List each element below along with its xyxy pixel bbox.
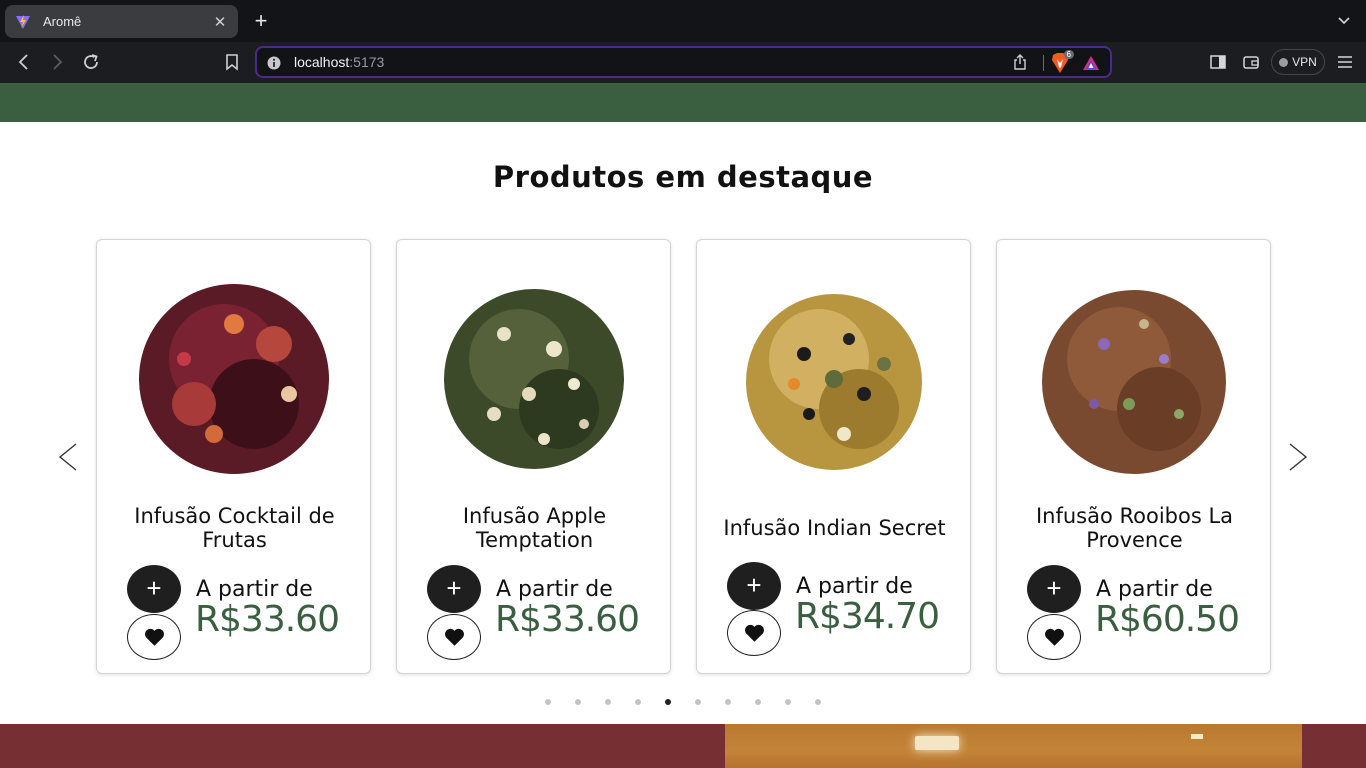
- add-to-cart-button[interactable]: +: [427, 565, 481, 613]
- new-tab-icon[interactable]: +: [250, 10, 272, 32]
- browser-tab[interactable]: Aromê ✕: [5, 5, 238, 38]
- carousel-prev-icon[interactable]: [53, 440, 83, 474]
- product-name[interactable]: Infusão Rooibos La Provence: [1007, 498, 1262, 558]
- product-name[interactable]: Infusão Cocktail de Frutas: [107, 498, 362, 558]
- brave-rewards-icon[interactable]: [1082, 54, 1100, 72]
- promo-banner-right: [1302, 724, 1366, 768]
- vite-favicon-icon: [15, 14, 31, 30]
- add-to-cart-button[interactable]: +: [1027, 565, 1081, 613]
- url-port: :5173: [349, 54, 385, 70]
- product-name[interactable]: Infusão Apple Temptation: [407, 498, 662, 558]
- favorite-button[interactable]: [427, 614, 481, 660]
- url-separator: [1043, 55, 1044, 71]
- favorite-button[interactable]: [127, 614, 181, 660]
- product-price: R$60.50: [1095, 599, 1240, 640]
- promo-banner-image: [725, 724, 1302, 768]
- section-title: Produtos em destaque: [492, 160, 874, 194]
- carousel-dot[interactable]: [665, 699, 671, 705]
- carousel-dot[interactable]: [785, 699, 791, 705]
- back-icon[interactable]: [14, 52, 34, 72]
- carousel-dot[interactable]: [815, 699, 821, 705]
- add-to-cart-button[interactable]: +: [127, 565, 181, 613]
- menu-icon[interactable]: [1336, 53, 1354, 71]
- product-image: [1042, 290, 1226, 474]
- heart-icon: [445, 628, 464, 646]
- address-bar[interactable]: localhost:5173 6: [255, 46, 1112, 78]
- carousel-dot[interactable]: [635, 699, 641, 705]
- browser-tab-bar: Aromê ✕ +: [0, 0, 1366, 42]
- carousel-dot[interactable]: [755, 699, 761, 705]
- ceiling-lamp: [915, 736, 959, 750]
- product-image: [746, 294, 922, 470]
- heart-icon: [1045, 628, 1064, 646]
- ceiling-light: [1191, 734, 1203, 739]
- site-info-icon[interactable]: [267, 55, 281, 70]
- carousel-dot[interactable]: [545, 699, 551, 705]
- close-tab-icon[interactable]: ✕: [212, 13, 228, 31]
- carousel-dot[interactable]: [725, 699, 731, 705]
- vpn-button[interactable]: VPN: [1271, 49, 1325, 75]
- favorite-button[interactable]: [1027, 614, 1081, 660]
- product-image: [444, 289, 624, 469]
- product-name[interactable]: Infusão Indian Secret: [707, 498, 962, 558]
- heart-icon: [745, 624, 764, 642]
- heart-icon: [145, 628, 164, 646]
- forward-icon[interactable]: [47, 52, 67, 72]
- bookmark-icon[interactable]: [222, 52, 242, 72]
- url-host: localhost: [294, 54, 350, 70]
- product-card[interactable]: Infusão Apple Temptation + A partir de R…: [396, 239, 671, 674]
- reload-icon[interactable]: [81, 52, 101, 72]
- vpn-status-icon: [1279, 57, 1289, 67]
- site-header-bar: [0, 83, 1366, 122]
- product-card[interactable]: Infusão Rooibos La Provence + A partir d…: [996, 239, 1271, 674]
- chevron-down-icon[interactable]: [1336, 12, 1352, 28]
- vpn-label: VPN: [1292, 55, 1317, 69]
- product-card[interactable]: Infusão Indian Secret + A partir de R$34…: [696, 239, 971, 674]
- product-price: R$33.60: [495, 599, 640, 640]
- carousel-dot[interactable]: [605, 699, 611, 705]
- favorite-button[interactable]: [727, 610, 781, 656]
- product-price: R$34.70: [795, 596, 940, 637]
- sidebar-icon[interactable]: [1209, 53, 1227, 71]
- add-to-cart-button[interactable]: +: [727, 562, 781, 610]
- carousel-pagination: [545, 699, 821, 705]
- product-image: [139, 284, 329, 474]
- promo-banner-left: [0, 724, 725, 768]
- share-icon[interactable]: [1012, 54, 1028, 70]
- product-card[interactable]: Infusão Cocktail de Frutas + A partir de…: [96, 239, 371, 674]
- url-text: localhost:5173: [294, 54, 384, 70]
- carousel-next-icon[interactable]: [1283, 440, 1313, 474]
- browser-toolbar: localhost:5173 6 VPN: [0, 42, 1366, 83]
- carousel-dot[interactable]: [695, 699, 701, 705]
- product-price: R$33.60: [195, 599, 340, 640]
- tab-title: Aromê: [43, 14, 82, 29]
- carousel-dot[interactable]: [575, 699, 581, 705]
- wallet-icon[interactable]: [1242, 53, 1260, 71]
- shield-count-badge: 6: [1063, 50, 1074, 59]
